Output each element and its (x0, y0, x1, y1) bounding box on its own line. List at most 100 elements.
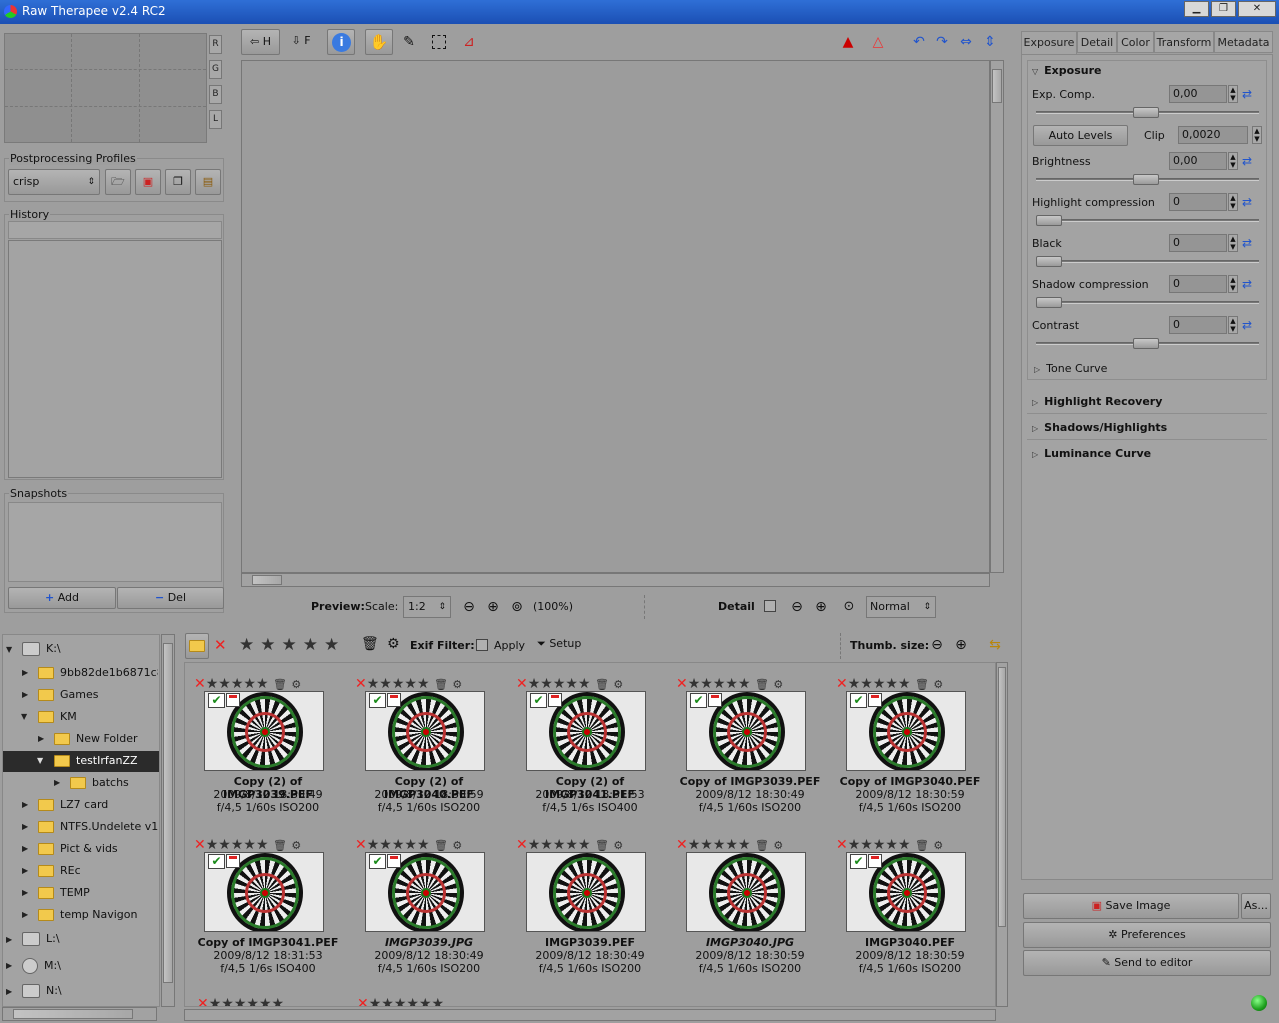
expand-arrow-icon[interactable]: ▶ (6, 987, 12, 996)
x-icon[interactable]: ✕ (836, 837, 848, 853)
hide-filebrowser-button[interactable]: ⇩ F (285, 29, 317, 55)
thumb-image[interactable] (686, 852, 806, 932)
contrast-slider[interactable] (1036, 338, 1259, 349)
tree-hscroll[interactable] (2, 1007, 157, 1021)
zoom-in-button[interactable]: ⊕ (482, 596, 504, 618)
highlight-compression-reset[interactable]: ⇄ (1242, 195, 1260, 209)
exp-comp-spinner[interactable]: ▲ ▼ (1228, 85, 1238, 103)
tree-vscroll[interactable] (161, 634, 175, 1007)
x-icon[interactable]: ✕ (194, 837, 206, 853)
preview-vscroll[interactable] (990, 60, 1004, 573)
thumb-rating[interactable]: ✕★★★★★ 🗑 ⚙ (516, 676, 664, 692)
open-profile-button[interactable]: 🗁 (105, 169, 131, 195)
auto-levels-button[interactable]: Auto Levels (1033, 125, 1128, 146)
brightness-input[interactable]: 0,00 (1169, 152, 1227, 170)
black-reset[interactable]: ⇄ (1242, 236, 1260, 250)
highlight-clip-warning[interactable]: △ (867, 31, 889, 53)
shadow-compression-reset[interactable]: ⇄ (1242, 277, 1260, 291)
trash-icon[interactable]: 🗑 (755, 678, 769, 691)
black-spinner[interactable]: ▲ ▼ (1228, 234, 1238, 252)
contrast-spinner[interactable]: ▲ ▼ (1228, 316, 1238, 334)
gears-icon[interactable]: ⚙ (933, 678, 943, 691)
expand-arrow-icon[interactable]: ▶ (22, 888, 28, 897)
gears-icon[interactable]: ⚙ (291, 839, 301, 852)
thumb-rating[interactable]: ✕★★★★★ 🗑 ⚙ (836, 837, 984, 853)
trash-icon[interactable]: 🗑 (434, 678, 448, 691)
thumb-vscroll[interactable] (996, 662, 1008, 1007)
gears-icon[interactable]: ⚙ (613, 678, 623, 691)
tree-drive-k[interactable]: K:\ (22, 642, 61, 656)
contrast-reset[interactable]: ⇄ (1242, 318, 1260, 332)
histogram-blue-toggle[interactable]: B (209, 85, 222, 104)
send-to-editor-button[interactable]: ✎ Send to editor (1023, 950, 1271, 976)
thumbnail[interactable]: ✕★★★★★ 🗑 ⚙ ✔ Copy (2) of IMGP3039.PEF 2009/… (188, 676, 348, 826)
collapse-arrow-icon[interactable]: ▼ (37, 756, 43, 765)
detail-mode-select[interactable]: Normal ⇕ (866, 596, 936, 618)
expand-arrow-icon[interactable]: ▶ (22, 844, 28, 853)
layout-toggle-button[interactable]: ⇆ (984, 634, 1006, 656)
slider-knob[interactable] (1036, 297, 1062, 308)
detail-zoom-100-button[interactable]: ⊙ (838, 596, 860, 618)
snapshots-list[interactable] (8, 502, 222, 582)
rotate-right-button[interactable]: ↷ (931, 31, 953, 53)
preview-hscroll-thumb[interactable] (252, 575, 282, 585)
expand-arrow-icon[interactable]: ▶ (22, 910, 28, 919)
expand-arrow-icon[interactable]: ▶ (6, 935, 12, 944)
history-list[interactable] (8, 240, 222, 478)
x-icon[interactable]: ✕ (355, 837, 367, 853)
thumb-rating[interactable]: ✕★★★★★ 🗑 ⚙ (516, 837, 664, 853)
save-as-button[interactable]: As... (1241, 893, 1271, 919)
highlight-compression-input[interactable]: 0 (1169, 193, 1227, 211)
expand-arrow-icon[interactable]: ▶ (22, 822, 28, 831)
thumb-rating[interactable]: ✕★★★★★ 🗑 ⚙ (194, 676, 342, 692)
shadows-highlights-header[interactable]: ▷ Shadows/Highlights (1032, 421, 1167, 434)
info-button[interactable]: i (327, 29, 355, 55)
thumb-rating[interactable]: ✕★★★★★ 🗑 ⚙ (355, 676, 503, 692)
trash-icon[interactable]: 🗑 (595, 678, 609, 691)
thumbnail[interactable]: ✕★★★★★ 🗑 ⚙ IMGP3039.PEF 2009/8/12 18:30:49… (510, 837, 670, 987)
x-icon[interactable]: ✕ (836, 676, 848, 692)
expand-arrow-icon[interactable]: ▶ (22, 690, 28, 699)
gears-icon[interactable]: ⚙ (773, 839, 783, 852)
profile-select[interactable]: crisp ⇕ (8, 169, 100, 195)
thumb-rating[interactable]: ✕★★★★★ 🗑 ⚙ (676, 676, 824, 692)
trash-icon[interactable]: 🗑 (273, 678, 287, 691)
processed-filter-button[interactable]: ⚙ (387, 636, 400, 652)
gears-icon[interactable]: ⚙ (773, 678, 783, 691)
brightness-reset[interactable]: ⇄ (1242, 154, 1260, 168)
contrast-input[interactable]: 0 (1169, 316, 1227, 334)
tree-drive-l[interactable]: L:\ (22, 932, 60, 946)
expand-arrow-icon[interactable]: ▶ (22, 800, 28, 809)
tree-folder-pict-vids[interactable]: Pict & vids (38, 842, 118, 855)
preview-vscroll-thumb[interactable] (992, 69, 1002, 103)
slider-knob[interactable] (1036, 215, 1062, 226)
copy-profile-button[interactable]: ❐ (165, 169, 191, 195)
gears-icon[interactable]: ⚙ (452, 678, 462, 691)
gears-icon[interactable]: ⚙ (933, 839, 943, 852)
rotate-left-button[interactable]: ↶ (908, 31, 930, 53)
thumb-vscroll-thumb[interactable] (998, 667, 1006, 927)
tab-color[interactable]: Color (1117, 31, 1154, 53)
histogram-red-toggle[interactable]: R (209, 35, 222, 54)
maximize-button[interactable]: ❐ (1211, 1, 1236, 17)
gears-icon[interactable]: ⚙ (613, 839, 623, 852)
trash-filter-button[interactable]: ✕ (214, 636, 227, 654)
expand-arrow-icon[interactable]: ▶ (22, 866, 28, 875)
expand-arrow-icon[interactable]: ▶ (54, 778, 60, 787)
thumb-rating[interactable]: ✕★★★★★ 🗑 ⚙ (194, 837, 342, 853)
exp-comp-slider[interactable] (1036, 107, 1259, 118)
exp-comp-reset[interactable]: ⇄ (1242, 87, 1260, 101)
tree-drive-n[interactable]: N:\ (22, 984, 62, 998)
image-preview[interactable] (241, 60, 990, 573)
white-balance-picker[interactable]: ✎ (398, 31, 420, 53)
trash-icon[interactable]: 🗑 (915, 839, 929, 852)
highlight-recovery-header[interactable]: ▷ Highlight Recovery (1032, 395, 1162, 408)
zoom-fit-button[interactable]: ⊚ (506, 596, 528, 618)
x-icon[interactable]: ✕ (676, 837, 688, 853)
thumbnail[interactable]: ✕★★★★★ 🗑 ⚙ ✔ Copy of IMGP3039.PEF 2009/8/12… (670, 676, 830, 826)
minimize-button[interactable]: ▁ (1184, 1, 1209, 17)
paste-profile-button[interactable]: ▤ (195, 169, 221, 195)
trash-icon[interactable]: 🗑 (273, 839, 287, 852)
shadow-clip-warning[interactable]: ▲ (837, 31, 859, 53)
hide-history-button[interactable]: ⇦ H (241, 29, 280, 55)
